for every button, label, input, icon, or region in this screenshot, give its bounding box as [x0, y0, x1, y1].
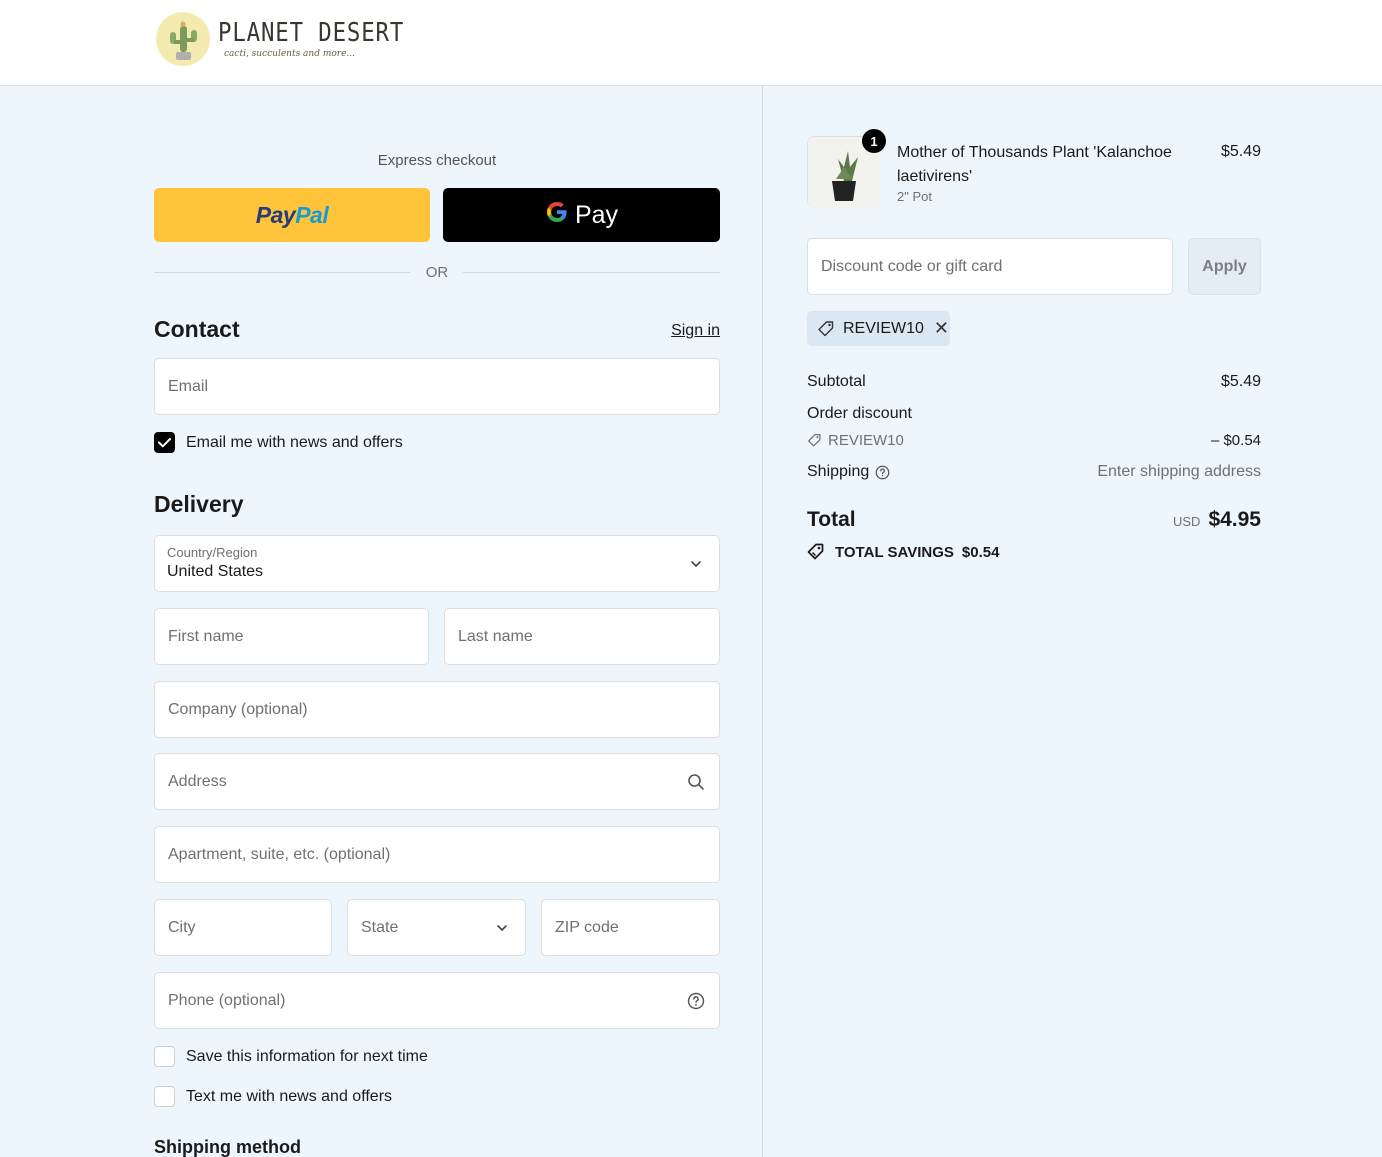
- subtotal-row: Subtotal $5.49: [807, 373, 1261, 391]
- discount-value: – $0.54: [1210, 432, 1261, 449]
- order-summary-column: 1 Mother of Thousands Plant 'Kalanchoe l…: [762, 86, 1382, 1157]
- order-discount-row: Order discount: [807, 405, 1261, 423]
- save-info-checkbox[interactable]: [154, 1046, 175, 1067]
- checkout-form-column: Express checkout Pay Pal Pay OR Contact S…: [0, 86, 762, 1157]
- city-field[interactable]: City: [154, 899, 332, 956]
- shipping-row: Shipping Enter shipping address: [807, 463, 1261, 481]
- product-price: $5.49: [1220, 143, 1261, 160]
- company-placeholder: Company (optional): [168, 700, 308, 718]
- quantity-badge: 1: [862, 129, 886, 153]
- phone-placeholder: Phone (optional): [168, 991, 286, 1009]
- discount-placeholder: Discount code or gift card: [821, 257, 1003, 275]
- checkmark-icon: [158, 438, 171, 448]
- zip-placeholder: ZIP code: [555, 918, 619, 936]
- shipping-label: Shipping: [807, 463, 870, 480]
- apply-discount-button[interactable]: Apply: [1188, 238, 1261, 295]
- shipping-value: Enter shipping address: [1097, 463, 1261, 480]
- delivery-heading: Delivery: [154, 491, 244, 517]
- apartment-placeholder: Apartment, suite, etc. (optional): [168, 845, 391, 863]
- last-name-placeholder: Last name: [458, 627, 533, 645]
- total-value: $4.95: [1208, 508, 1261, 531]
- product-name: Mother of Thousands Plant 'Kalanchoe lae…: [897, 144, 1172, 185]
- paypal-logo-pay: Pay: [255, 201, 296, 228]
- last-name-field[interactable]: Last name: [444, 608, 720, 665]
- paypal-button[interactable]: Pay Pal: [154, 188, 430, 242]
- or-divider: OR: [154, 263, 720, 283]
- discount-code-field[interactable]: Discount code or gift card: [807, 238, 1173, 295]
- discount-code-row: REVIEW10 – $0.54: [807, 432, 1261, 452]
- logo-title: PLANET DESERT: [218, 18, 405, 48]
- address-placeholder: Address: [168, 772, 227, 790]
- cactus-logo-icon: [156, 12, 210, 66]
- company-field[interactable]: Company (optional): [154, 681, 720, 738]
- help-circle-icon[interactable]: [875, 465, 890, 480]
- apartment-field[interactable]: Apartment, suite, etc. (optional): [154, 826, 720, 883]
- total-label: Total: [807, 508, 856, 531]
- text-me-label: Text me with news and offers: [186, 1088, 393, 1105]
- google-pay-label: Pay: [574, 200, 619, 229]
- currency-code: USD: [1172, 514, 1201, 529]
- savings-value: $0.54: [961, 543, 1000, 561]
- help-circle-icon[interactable]: [687, 992, 705, 1010]
- savings-label: TOTAL SAVINGS: [835, 543, 954, 561]
- store-logo[interactable]: PLANET DESERT cacti, succulents and more…: [156, 12, 435, 66]
- total-amount: USD $4.95: [1173, 508, 1261, 532]
- applied-discount-chip: REVIEW10 ✕: [807, 311, 950, 346]
- email-news-label: Email me with news and offers: [186, 434, 403, 451]
- email-field[interactable]: Email: [154, 358, 720, 415]
- country-value: United States: [167, 563, 264, 580]
- total-savings: TOTAL SAVINGS $0.54: [807, 543, 999, 561]
- state-select[interactable]: State: [347, 899, 526, 956]
- chevron-down-icon: [497, 924, 507, 931]
- chevron-down-icon: [691, 560, 701, 567]
- search-icon[interactable]: [687, 773, 705, 791]
- discount-code-label: REVIEW10: [828, 432, 904, 449]
- applied-discount-code: REVIEW10: [843, 319, 924, 337]
- tag-icon: [818, 320, 834, 336]
- savings-tag-icon: [807, 543, 824, 560]
- zip-field[interactable]: ZIP code: [541, 899, 720, 956]
- country-label: Country/Region: [167, 545, 258, 560]
- tag-icon: [808, 434, 821, 447]
- close-icon[interactable]: ✕: [934, 318, 949, 339]
- state-placeholder: State: [361, 918, 399, 936]
- address-field[interactable]: Address: [154, 753, 720, 810]
- product-variant: 2" Pot: [897, 189, 932, 204]
- or-text: OR: [425, 264, 449, 281]
- paypal-logo-pal: Pal: [295, 201, 329, 228]
- subtotal-value: $5.49: [1220, 373, 1261, 390]
- product-thumbnail: 1: [807, 129, 886, 209]
- text-me-checkbox[interactable]: [154, 1086, 175, 1107]
- sign-in-link[interactable]: Sign in: [671, 322, 720, 340]
- google-g-icon: [545, 200, 569, 231]
- first-name-field[interactable]: First name: [154, 608, 429, 665]
- email-news-checkbox[interactable]: [154, 432, 175, 453]
- save-info-label: Save this information for next time: [186, 1048, 428, 1065]
- logo-subtitle: cacti, succulents and more...: [224, 49, 356, 59]
- city-placeholder: City: [168, 918, 196, 936]
- subtotal-label: Subtotal: [807, 373, 866, 390]
- order-discount-label: Order discount: [807, 405, 912, 422]
- express-checkout-title: Express checkout: [377, 152, 497, 169]
- first-name-placeholder: First name: [168, 627, 244, 645]
- contact-heading: Contact: [154, 316, 240, 342]
- phone-field[interactable]: Phone (optional): [154, 972, 720, 1029]
- page-header: PLANET DESERT cacti, succulents and more…: [0, 0, 1382, 86]
- shipping-method-heading: Shipping method: [154, 1137, 301, 1157]
- google-pay-button[interactable]: Pay: [443, 188, 720, 242]
- country-select[interactable]: Country/Region United States: [154, 535, 720, 592]
- email-placeholder: Email: [168, 377, 209, 395]
